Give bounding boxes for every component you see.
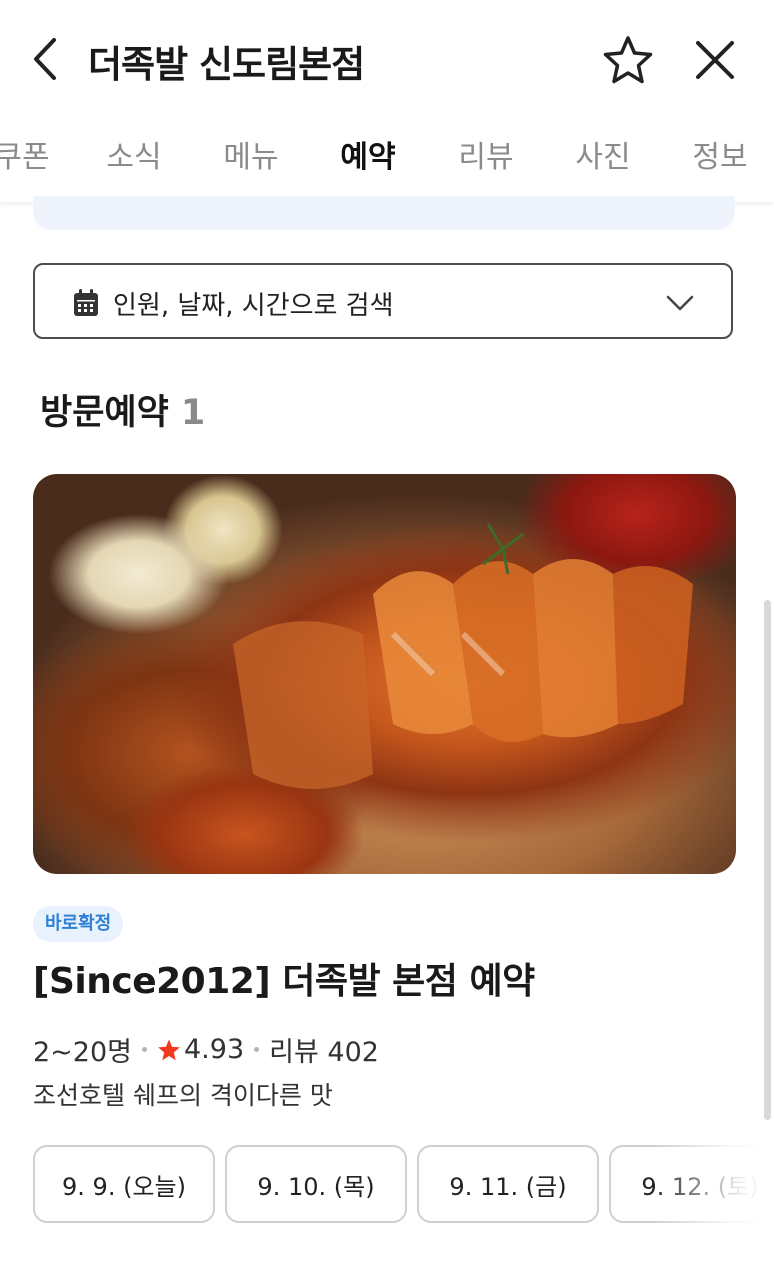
section-title: 방문예약 1	[40, 384, 205, 435]
tab-news[interactable]: 소식	[98, 132, 170, 202]
jokbal-photo-illustration	[233, 523, 693, 789]
reservation-search-field[interactable]: 인원, 날짜, 시간으로 검색	[33, 263, 733, 339]
page-title: 더족발 신도림본점	[88, 43, 365, 86]
tab-reviews[interactable]: 리뷰	[450, 132, 522, 202]
listing-meta: 2~20명 4.93 리뷰 402	[33, 1030, 379, 1069]
star-filled-icon	[158, 1039, 180, 1060]
back-button[interactable]	[28, 36, 68, 82]
tab-bar: 쿠폰 소식 메뉴 예약 리뷰 사진 정보	[0, 118, 774, 202]
tab-info[interactable]: 정보	[684, 132, 756, 202]
star-outline-icon	[603, 36, 653, 84]
review-count: 리뷰 402	[269, 1037, 379, 1068]
instant-confirm-badge: 바로확정	[33, 906, 124, 942]
listing-description: 조선호텔 쉐프의 격이다른 맛	[33, 1081, 333, 1110]
top-app-bar: 더족발 신도림본점	[0, 0, 774, 118]
close-button[interactable]	[692, 37, 738, 83]
date-chip[interactable]: 9. 10. (목)	[225, 1145, 407, 1223]
separator-dot	[254, 1047, 260, 1052]
separator-dot	[142, 1047, 147, 1052]
capacity-text: 2~20명	[33, 1037, 132, 1068]
tab-menu[interactable]: 메뉴	[215, 132, 287, 202]
chevron-left-icon	[34, 38, 56, 80]
rating-value: 4.93	[184, 1034, 245, 1065]
tab-photos[interactable]: 사진	[567, 132, 639, 202]
tab-reservation[interactable]: 예약	[332, 132, 404, 202]
listing-photo[interactable]	[33, 474, 736, 874]
section-title-text: 방문예약	[40, 393, 169, 433]
info-banner-bottom	[33, 196, 735, 230]
scrollbar[interactable]	[764, 600, 771, 1120]
date-chip-today[interactable]: 9. 9. (오늘)	[33, 1145, 215, 1223]
listing-title[interactable]: [Since2012] 더족발 본점 예약	[33, 952, 535, 1004]
tab-coupon[interactable]: 쿠폰	[0, 132, 52, 202]
favorite-button[interactable]	[602, 34, 654, 86]
search-placeholder: 인원, 날짜, 시간으로 검색	[113, 291, 394, 321]
calendar-icon	[74, 289, 98, 316]
date-chip-row: 9. 9. (오늘) 9. 10. (목) 9. 11. (금) 9. 12. …	[33, 1145, 774, 1225]
scroll-fade	[653, 1145, 774, 1225]
chevron-down-icon	[666, 295, 694, 311]
date-chip[interactable]: 9. 11. (금)	[417, 1145, 599, 1223]
section-count: 1	[180, 393, 206, 433]
close-icon	[696, 41, 734, 79]
